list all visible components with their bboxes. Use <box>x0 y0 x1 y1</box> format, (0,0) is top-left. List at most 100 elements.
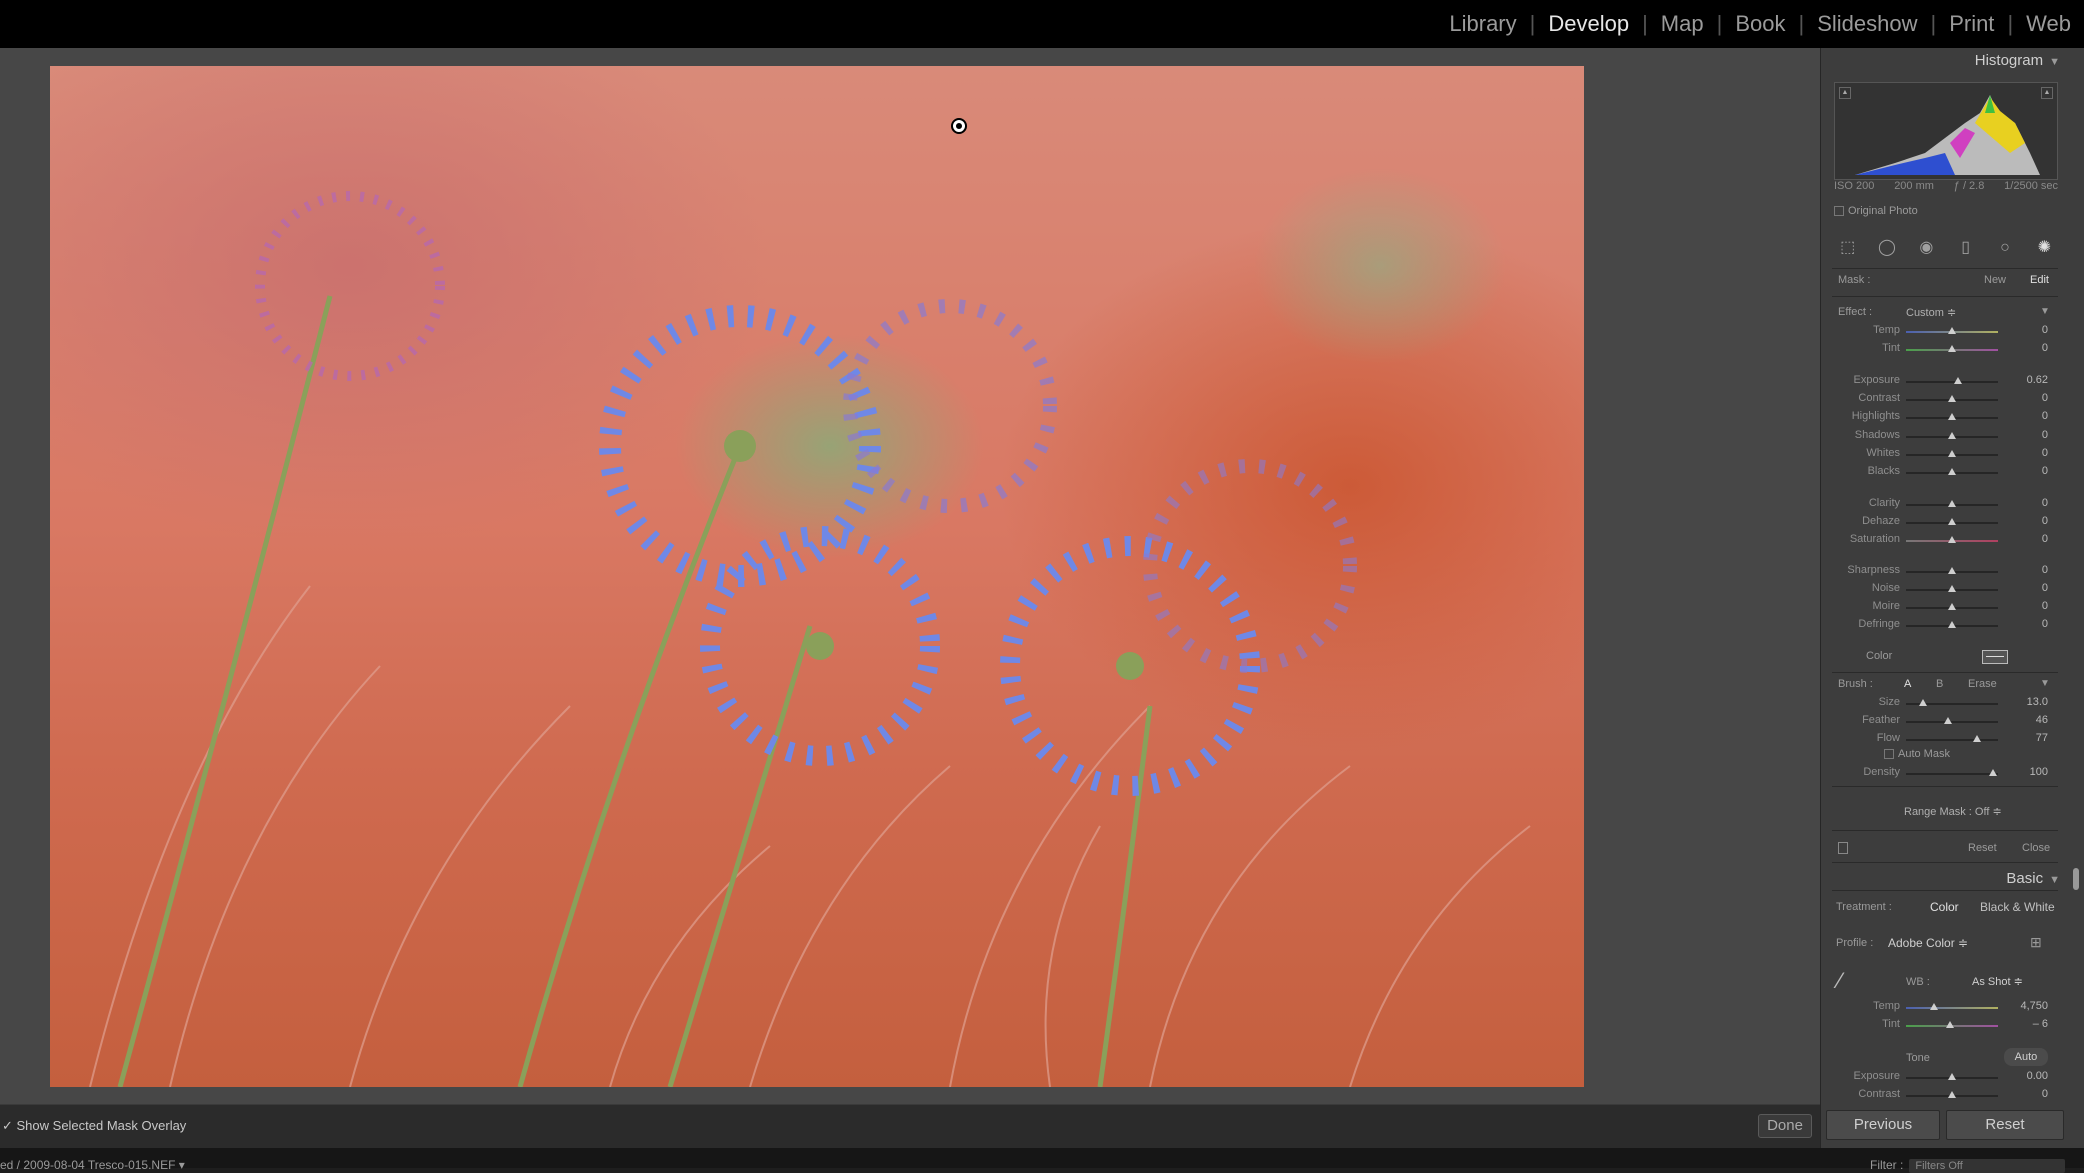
original-photo-checkbox[interactable]: Original Photo <box>1834 205 1918 217</box>
slider-shadows[interactable]: Shadows 0 <box>1838 429 2048 445</box>
effect-preset-select[interactable]: Custom ≑ <box>1906 306 1956 319</box>
profile-browser-icon[interactable]: ⊞ <box>2030 934 2048 950</box>
treatment-bw-button[interactable]: Black & White <box>1980 900 2055 914</box>
graduated-filter-icon[interactable]: ▯ <box>1957 239 1975 257</box>
brush-a-button[interactable]: A <box>1904 678 1911 690</box>
slider-knob[interactable] <box>1948 621 1956 628</box>
adjustment-brush-icon[interactable]: ✺ <box>2035 239 2053 257</box>
slider-value[interactable]: 0 <box>2008 324 2048 336</box>
slider-knob[interactable] <box>1918 699 1927 706</box>
slider-value[interactable]: 0 <box>2008 410 2048 422</box>
filter-control[interactable]: Filter : Filters Off <box>1870 1158 2066 1173</box>
module-map[interactable]: Map <box>1648 11 1717 37</box>
slider-knob[interactable] <box>1929 1003 1938 1010</box>
slider-knob[interactable] <box>1948 327 1956 334</box>
slider-tint[interactable]: Tint 0 <box>1838 342 2048 358</box>
photo-preview[interactable] <box>50 66 1584 1087</box>
slider-noise[interactable]: Noise 0 <box>1838 582 2048 598</box>
done-button[interactable]: Done <box>1758 1114 1812 1138</box>
module-library[interactable]: Library <box>1436 11 1529 37</box>
slider-knob[interactable] <box>1989 769 1998 776</box>
module-slideshow[interactable]: Slideshow <box>1804 11 1930 37</box>
slider-blacks[interactable]: Blacks 0 <box>1838 465 2048 481</box>
crop-icon[interactable]: ⬚ <box>1839 239 1857 257</box>
slider-value[interactable]: 0 <box>2008 465 2048 477</box>
red-eye-icon[interactable]: ◉ <box>1917 239 1935 257</box>
slider-knob[interactable] <box>1953 377 1962 384</box>
profile-select[interactable]: Adobe Color ≑ <box>1888 936 1968 950</box>
white-balance-eyedropper-icon[interactable]: ⁄ <box>1838 968 1868 998</box>
tone-auto-button[interactable]: Auto <box>2004 1048 2048 1066</box>
module-book[interactable]: Book <box>1722 11 1798 37</box>
color-swatch[interactable] <box>1982 650 2008 664</box>
slider-knob[interactable] <box>1946 1021 1955 1028</box>
slider-value[interactable]: 0 <box>2008 429 2048 441</box>
filename-path[interactable]: ed / 2009-08-04 Tresco-015.NEF ▾ <box>0 1158 185 1172</box>
slider-value[interactable]: 100 <box>2008 766 2048 778</box>
slider-temp[interactable]: Temp 4,750 <box>1838 1000 2048 1016</box>
module-web[interactable]: Web <box>2013 11 2084 37</box>
mask-reset-button[interactable]: Reset <box>1968 842 1997 854</box>
mask-edit-button[interactable]: Edit <box>2030 274 2049 286</box>
slider-knob[interactable] <box>1948 345 1956 352</box>
mask-pin[interactable] <box>951 118 967 134</box>
panel-scrollbar[interactable] <box>2073 868 2079 890</box>
slider-track[interactable] <box>1906 1007 1998 1009</box>
slider-knob[interactable] <box>1948 395 1956 402</box>
toggle-switch-icon[interactable] <box>1838 842 1848 854</box>
slider-temp[interactable]: Temp 0 <box>1838 324 2048 340</box>
slider-defringe[interactable]: Defringe 0 <box>1838 618 2048 634</box>
slider-whites[interactable]: Whites 0 <box>1838 447 2048 463</box>
show-mask-overlay-checkbox[interactable]: ✓ Show Selected Mask Overlay <box>2 1118 186 1134</box>
slider-value[interactable]: 0.00 <box>2008 1070 2048 1082</box>
slider-knob[interactable] <box>1948 500 1956 507</box>
mask-close-button[interactable]: Close <box>2022 842 2050 854</box>
module-develop[interactable]: Develop <box>1535 11 1642 37</box>
slider-value[interactable]: 77 <box>2008 732 2048 744</box>
collapse-triangle-icon[interactable]: ▼ <box>2040 678 2050 689</box>
slider-track[interactable] <box>1906 739 1998 741</box>
slider-knob[interactable] <box>1948 567 1956 574</box>
slider-value[interactable]: 13.0 <box>2008 696 2048 708</box>
slider-value[interactable]: 4,750 <box>2008 1000 2048 1012</box>
wb-select[interactable]: As Shot ≑ <box>1972 975 2023 988</box>
shadow-clipping-icon[interactable]: ▲ <box>1839 87 1851 99</box>
treatment-color-button[interactable]: Color <box>1930 900 1959 914</box>
slider-knob[interactable] <box>1948 536 1956 543</box>
slider-size[interactable]: Size 13.0 <box>1838 696 2048 712</box>
slider-clarity[interactable]: Clarity 0 <box>1838 497 2048 513</box>
slider-knob[interactable] <box>1972 735 1981 742</box>
slider-value[interactable]: 0 <box>2008 497 2048 509</box>
slider-value[interactable]: – 6 <box>2008 1018 2048 1030</box>
slider-value[interactable]: 0 <box>2008 600 2048 612</box>
highlight-clipping-icon[interactable]: ▲ <box>2041 87 2053 99</box>
previous-button[interactable]: Previous <box>1826 1110 1940 1140</box>
mask-new-button[interactable]: New <box>1984 274 2006 286</box>
basic-panel-header[interactable]: Basic ▼ <box>1950 870 2060 887</box>
slider-knob[interactable] <box>1948 585 1956 592</box>
slider-value[interactable]: 0 <box>2008 582 2048 594</box>
auto-mask-checkbox[interactable]: Auto Mask <box>1884 748 1950 760</box>
slider-value[interactable]: 0 <box>2008 564 2048 576</box>
slider-density[interactable]: Density 100 <box>1838 766 2048 782</box>
slider-tint[interactable]: Tint – 6 <box>1838 1018 2048 1034</box>
slider-sharpness[interactable]: Sharpness 0 <box>1838 564 2048 580</box>
slider-flow[interactable]: Flow 77 <box>1838 732 2048 748</box>
brush-erase-button[interactable]: Erase <box>1968 678 1997 690</box>
slider-value[interactable]: 0 <box>2008 515 2048 527</box>
range-mask-select[interactable]: Range Mask : Off ≑ <box>1904 805 2002 818</box>
spot-removal-icon[interactable]: ◯ <box>1878 239 1896 257</box>
slider-exposure[interactable]: Exposure 0.00 <box>1838 1070 2048 1086</box>
reset-button[interactable]: Reset <box>1946 1110 2064 1140</box>
slider-knob[interactable] <box>1948 518 1956 525</box>
slider-saturation[interactable]: Saturation 0 <box>1838 533 2048 549</box>
slider-value[interactable]: 0 <box>2008 392 2048 404</box>
slider-value[interactable]: 0 <box>2008 533 2048 545</box>
slider-contrast[interactable]: Contrast 0 <box>1838 392 2048 408</box>
slider-exposure[interactable]: Exposure 0.62 <box>1838 374 2048 390</box>
slider-value[interactable]: 0.62 <box>2008 374 2048 386</box>
slider-highlights[interactable]: Highlights 0 <box>1838 410 2048 426</box>
slider-knob[interactable] <box>1948 603 1956 610</box>
slider-knob[interactable] <box>1948 413 1956 420</box>
slider-value[interactable]: 0 <box>2008 342 2048 354</box>
